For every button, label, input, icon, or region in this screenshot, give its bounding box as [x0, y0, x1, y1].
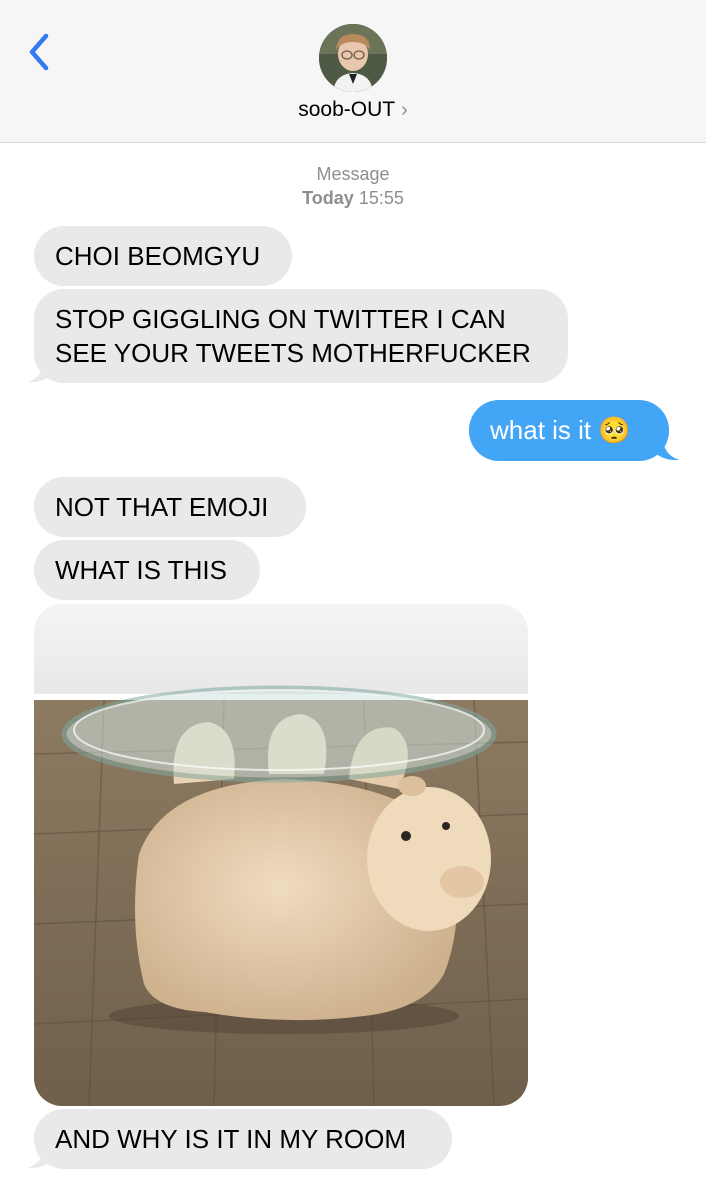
polar-bear-table-photo [34, 604, 528, 1106]
chevron-left-icon [29, 33, 49, 71]
avatar[interactable] [319, 24, 387, 92]
message-text: WHAT IS THIS [55, 555, 227, 585]
message-bubble-incoming[interactable]: NOT THAT EMOJI [34, 477, 306, 537]
message-bubble-outgoing[interactable]: what is it 🥺 [469, 400, 669, 461]
message-text: NOT THAT EMOJI [55, 492, 269, 522]
message-bubble-incoming[interactable]: WHAT IS THIS [34, 540, 260, 600]
message-text-line: SEE YOUR TWEETS MOTHERFUCKER [55, 338, 531, 368]
message-text-line: STOP GIGGLING ON TWITTER I CAN [55, 304, 506, 334]
message-bubble-incoming[interactable]: CHOI BEOMGYU [34, 226, 292, 286]
bubble-tail [28, 363, 52, 383]
message-text: CHOI BEOMGYU [55, 241, 261, 271]
message-text: what is it [490, 415, 592, 445]
bubble-tail [28, 1149, 52, 1169]
timestamp-day: Today [302, 188, 354, 208]
contact-name: soob-OUT [298, 98, 396, 121]
message-bubble-incoming[interactable]: STOP GIGGLING ON TWITTER I CAN SEE YOUR … [34, 289, 568, 383]
timestamp: Today 15:55 [0, 188, 706, 209]
pleading-face-emoji: 🥺 [598, 415, 631, 445]
timestamp-time: 15:55 [358, 188, 404, 208]
message-bubble-incoming[interactable]: AND WHY IS IT IN MY ROOM [34, 1109, 452, 1169]
service-label: Message [316, 164, 390, 184]
image-attachment[interactable] [34, 604, 528, 1106]
back-button[interactable] [24, 32, 56, 72]
chevron-right-icon: › [401, 99, 408, 121]
bubble-tail [655, 441, 679, 461]
message-text: AND WHY IS IT IN MY ROOM [55, 1124, 407, 1154]
conversation-header: soob-OUT › [0, 0, 706, 143]
avatar-image [319, 24, 387, 92]
contact-name-button[interactable]: soob-OUT › [0, 98, 706, 122]
